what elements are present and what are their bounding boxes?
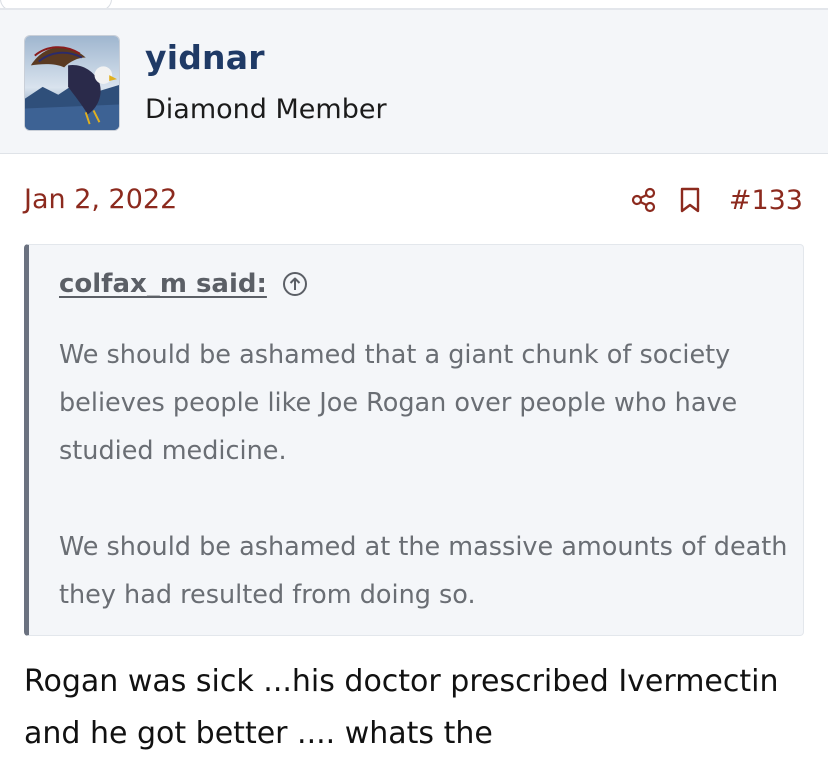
- post-number-link[interactable]: #133: [729, 185, 803, 216]
- quote-body: We should be ashamed that a giant chunk …: [59, 331, 789, 619]
- post-user-header: yidnar Diamond Member: [0, 8, 828, 154]
- quote-block: colfax_m said: We should be ashamed that…: [24, 244, 804, 636]
- user-title: Diamond Member: [145, 94, 387, 125]
- username-link[interactable]: yidnar: [145, 38, 265, 77]
- post-actions: #133: [629, 180, 803, 220]
- share-icon[interactable]: [629, 185, 659, 215]
- post-date-link[interactable]: Jan 2, 2022: [24, 184, 177, 215]
- arrow-up-circle-icon[interactable]: [281, 270, 309, 298]
- quote-attribution: colfax_m said:: [59, 269, 309, 299]
- post-body-text: Rogan was sick ...his doctor prescribed …: [24, 664, 779, 751]
- quote-paragraph: We should be ashamed at the massive amou…: [59, 532, 788, 610]
- bookmark-icon[interactable]: [675, 185, 705, 215]
- quote-author-link[interactable]: colfax_m said:: [59, 269, 267, 299]
- forum-post-page: yidnar Diamond Member Jan 2, 2022 #133 c…: [0, 0, 828, 774]
- eagle-avatar-image: [25, 36, 119, 130]
- avatar[interactable]: [24, 35, 120, 131]
- quote-paragraph: We should be ashamed that a giant chunk …: [59, 340, 738, 466]
